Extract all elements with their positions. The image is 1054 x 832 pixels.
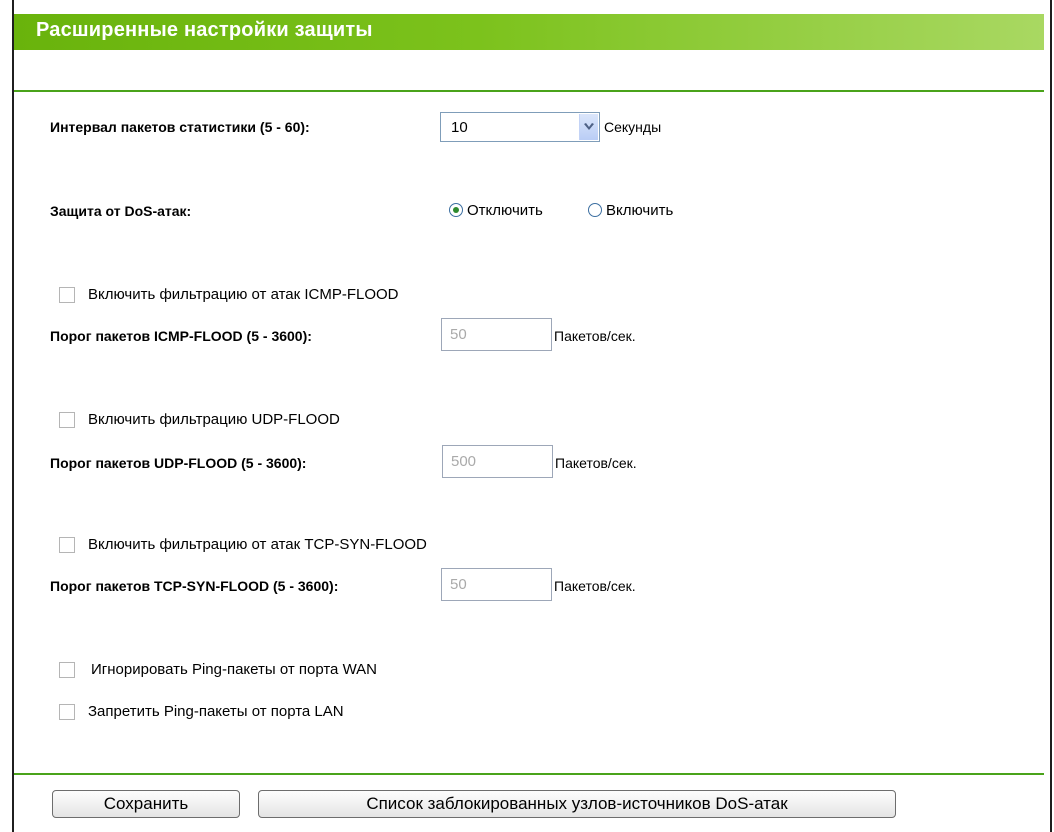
chevron-down-icon[interactable] <box>579 114 598 140</box>
ignore-wan-ping-label: Игнорировать Ping-пакеты от порта WAN <box>91 661 378 678</box>
save-button[interactable]: Сохранить <box>52 790 240 818</box>
stats-interval-unit: Секунды <box>604 119 662 135</box>
udp-flood-checkbox[interactable] <box>59 412 75 428</box>
dos-protection-label: Защита от DoS-атак: <box>50 203 192 219</box>
top-divider <box>14 90 1044 92</box>
udp-threshold-label: Порог пакетов UDP-FLOOD (5 - 3600): <box>50 455 307 471</box>
tcp-threshold-input[interactable] <box>441 568 552 601</box>
dos-disable-radio[interactable] <box>449 203 463 217</box>
tcp-syn-flood-checkbox[interactable] <box>59 537 75 553</box>
icmp-threshold-label: Порог пакетов ICMP-FLOOD (5 - 3600): <box>50 328 312 344</box>
forbid-lan-ping-label: Запретить Ping-пакеты от порта LAN <box>88 703 344 720</box>
tcp-syn-flood-checkbox-label: Включить фильтрацию от атак TCP-SYN-FLOO… <box>88 536 427 553</box>
blocked-dos-hosts-list-button[interactable]: Список заблокированных узлов-источников … <box>258 790 896 818</box>
dos-enable-label: Включить <box>606 202 674 219</box>
tcp-threshold-unit: Пакетов/сек. <box>554 578 636 594</box>
icmp-flood-checkbox[interactable] <box>59 287 75 303</box>
bottom-divider <box>14 773 1044 775</box>
page-title: Расширенные настройки защиты <box>36 19 373 41</box>
icmp-threshold-unit: Пакетов/сек. <box>554 328 636 344</box>
stats-interval-label: Интервал пакетов статистики (5 - 60): <box>50 119 310 135</box>
dos-disable-label: Отключить <box>467 202 543 219</box>
tcp-threshold-label: Порог пакетов TCP-SYN-FLOOD (5 - 3600): <box>50 578 339 594</box>
icmp-threshold-input[interactable] <box>441 318 552 351</box>
stats-interval-select[interactable]: 10 <box>440 112 600 142</box>
forbid-lan-ping-checkbox[interactable] <box>59 704 75 720</box>
udp-threshold-unit: Пакетов/сек. <box>555 455 637 471</box>
dos-enable-radio[interactable] <box>588 203 602 217</box>
stats-interval-value: 10 <box>451 119 468 136</box>
ignore-wan-ping-checkbox[interactable] <box>59 662 75 678</box>
udp-threshold-input[interactable] <box>442 445 553 478</box>
icmp-flood-checkbox-label: Включить фильтрацию от атак ICMP-FLOOD <box>88 286 399 303</box>
udp-flood-checkbox-label: Включить фильтрацию UDP-FLOOD <box>88 411 340 428</box>
